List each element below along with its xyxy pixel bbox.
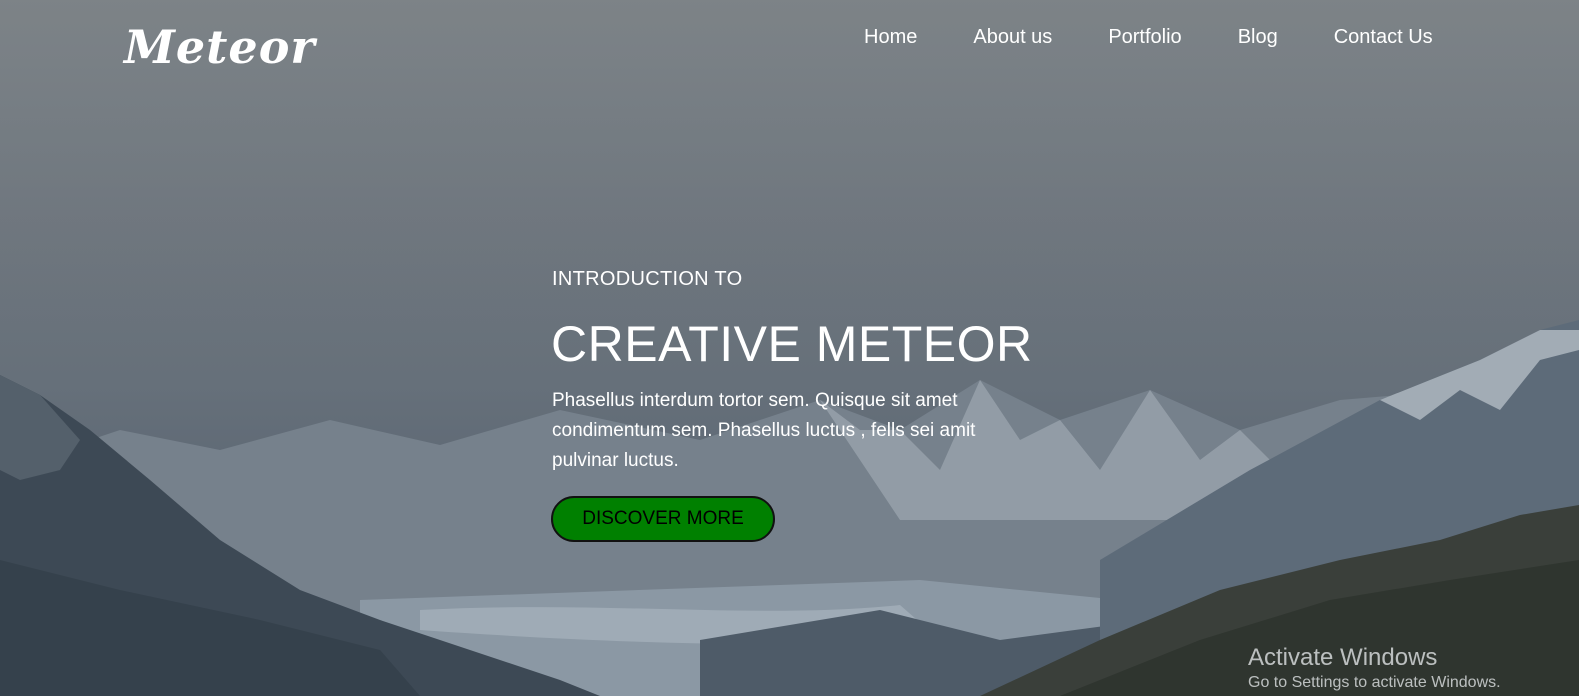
watermark-title: Activate Windows: [1248, 644, 1438, 671]
nav-item-blog[interactable]: Blog: [1238, 26, 1278, 49]
discover-more-button[interactable]: DISCOVER MORE: [551, 496, 775, 542]
nav-item-about-us[interactable]: About us: [973, 26, 1052, 49]
activate-windows-watermark: Activate Windows Go to Settings to activ…: [1248, 644, 1501, 692]
site-logo[interactable]: Meteor: [124, 20, 316, 74]
nav-item-contact-us[interactable]: Contact Us: [1334, 26, 1433, 49]
hero-intro-text: INTRODUCTION TO: [552, 268, 743, 290]
hero-description: Phasellus interdum tortor sem. Quisque s…: [552, 390, 976, 471]
hero-title: CREATIVE METEOR: [551, 316, 1033, 372]
nav-item-portfolio[interactable]: Portfolio: [1108, 26, 1181, 49]
watermark-subtitle: Go to Settings to activate Windows.: [1248, 674, 1501, 691]
nav-item-home[interactable]: Home: [864, 26, 917, 49]
main-nav: Home About us Portfolio Blog Contact Us: [864, 26, 1433, 49]
hero-section: Meteor Home About us Portfolio Blog Cont…: [0, 0, 1579, 696]
